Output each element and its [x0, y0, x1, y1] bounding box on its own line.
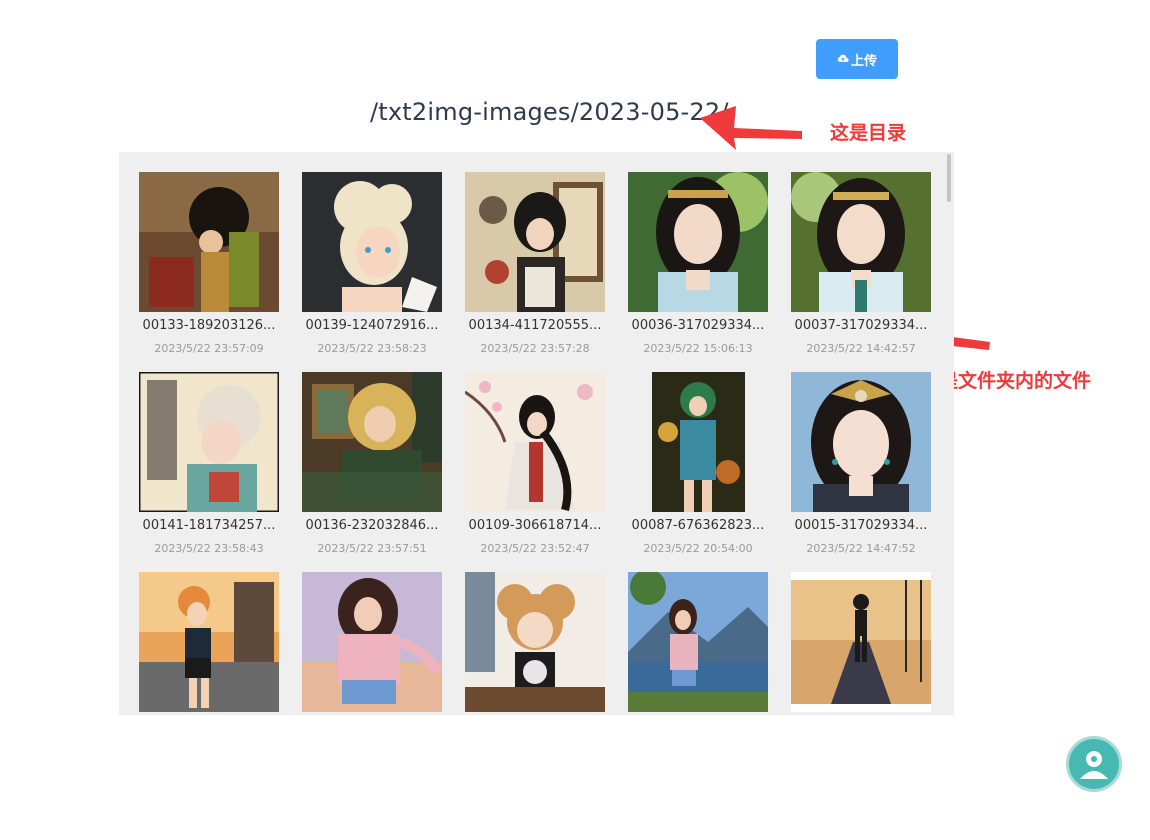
file-thumbnail[interactable] [465, 572, 605, 712]
file-thumbnail[interactable] [302, 372, 442, 512]
file-card[interactable]: 00134-411720555... 2023/5/22 23:57:28 [461, 172, 609, 372]
file-card[interactable]: 00133-189203126... 2023/5/22 23:57:09 [135, 172, 283, 372]
current-path: /txt2img-images/2023-05-22/ [370, 98, 729, 126]
upload-button[interactable]: 上传 [816, 39, 898, 79]
file-name: 00037-317029334... [794, 318, 928, 333]
file-card[interactable]: 00136-232032846... 2023/5/22 23:57:51 [298, 372, 446, 572]
upload-button-label: 上传 [850, 53, 877, 69]
file-date: 2023/5/22 15:06:13 [643, 342, 753, 355]
file-thumbnail[interactable] [628, 172, 768, 312]
file-name: 00139-124072916... [305, 318, 439, 333]
file-thumbnail[interactable] [302, 172, 442, 312]
file-name: 00015-317029334... [794, 518, 928, 533]
file-card[interactable] [624, 572, 772, 715]
file-thumbnail[interactable] [628, 572, 768, 712]
file-thumbnail[interactable] [139, 172, 279, 312]
file-card[interactable]: 00139-124072916... 2023/5/22 23:58:23 [298, 172, 446, 372]
file-card[interactable]: 00036-317029334... 2023/5/22 15:06:13 [624, 172, 772, 372]
file-card[interactable] [135, 572, 283, 715]
file-date: 2023/5/22 23:57:09 [154, 342, 264, 355]
file-card[interactable]: 00037-317029334... 2023/5/22 14:42:57 [787, 172, 935, 372]
file-name: 00134-411720555... [468, 318, 602, 333]
file-card[interactable]: 00087-676362823... 2023/5/22 20:54:00 [624, 372, 772, 572]
file-card[interactable] [461, 572, 609, 715]
cloud-upload-icon [837, 54, 849, 62]
floating-user-button[interactable] [1066, 736, 1122, 792]
file-card[interactable]: 00109-306618714... 2023/5/22 23:52:47 [461, 372, 609, 572]
file-name: 00136-232032846... [305, 518, 439, 533]
file-name: 00036-317029334... [631, 318, 765, 333]
file-thumbnail[interactable] [628, 372, 768, 512]
file-name: 00109-306618714... [468, 518, 602, 533]
file-thumbnail[interactable] [139, 372, 279, 512]
file-date: 2023/5/22 14:42:57 [806, 342, 916, 355]
file-thumbnail[interactable] [139, 572, 279, 712]
file-card[interactable] [787, 572, 935, 715]
file-date: 2023/5/22 23:58:23 [317, 342, 427, 355]
file-thumbnail[interactable] [302, 572, 442, 712]
file-card[interactable]: 00015-317029334... 2023/5/22 14:47:52 [787, 372, 935, 572]
file-date: 2023/5/22 23:52:47 [480, 542, 590, 555]
file-date: 2023/5/22 23:57:28 [480, 342, 590, 355]
file-thumbnail[interactable] [465, 172, 605, 312]
grid-scrollbar[interactable] [947, 154, 951, 202]
file-date: 2023/5/22 20:54:00 [643, 542, 753, 555]
file-thumbnail[interactable] [465, 372, 605, 512]
file-card[interactable]: 00141-181734257... 2023/5/22 23:58:43 [135, 372, 283, 572]
file-thumbnail[interactable] [791, 572, 931, 712]
file-date: 2023/5/22 23:57:51 [317, 542, 427, 555]
file-card[interactable] [298, 572, 446, 715]
file-name: 00133-189203126... [142, 318, 276, 333]
user-avatar-icon [1080, 751, 1108, 779]
file-grid-panel[interactable]: 00133-189203126... 2023/5/22 23:57:09 00… [119, 152, 954, 715]
file-thumbnail[interactable] [791, 372, 931, 512]
file-thumbnail[interactable] [791, 172, 931, 312]
file-date: 2023/5/22 23:58:43 [154, 542, 264, 555]
directory-annotation: 这是目录 [830, 122, 907, 144]
file-date: 2023/5/22 14:47:52 [806, 542, 916, 555]
file-name: 00141-181734257... [142, 518, 276, 533]
file-name: 00087-676362823... [631, 518, 765, 533]
